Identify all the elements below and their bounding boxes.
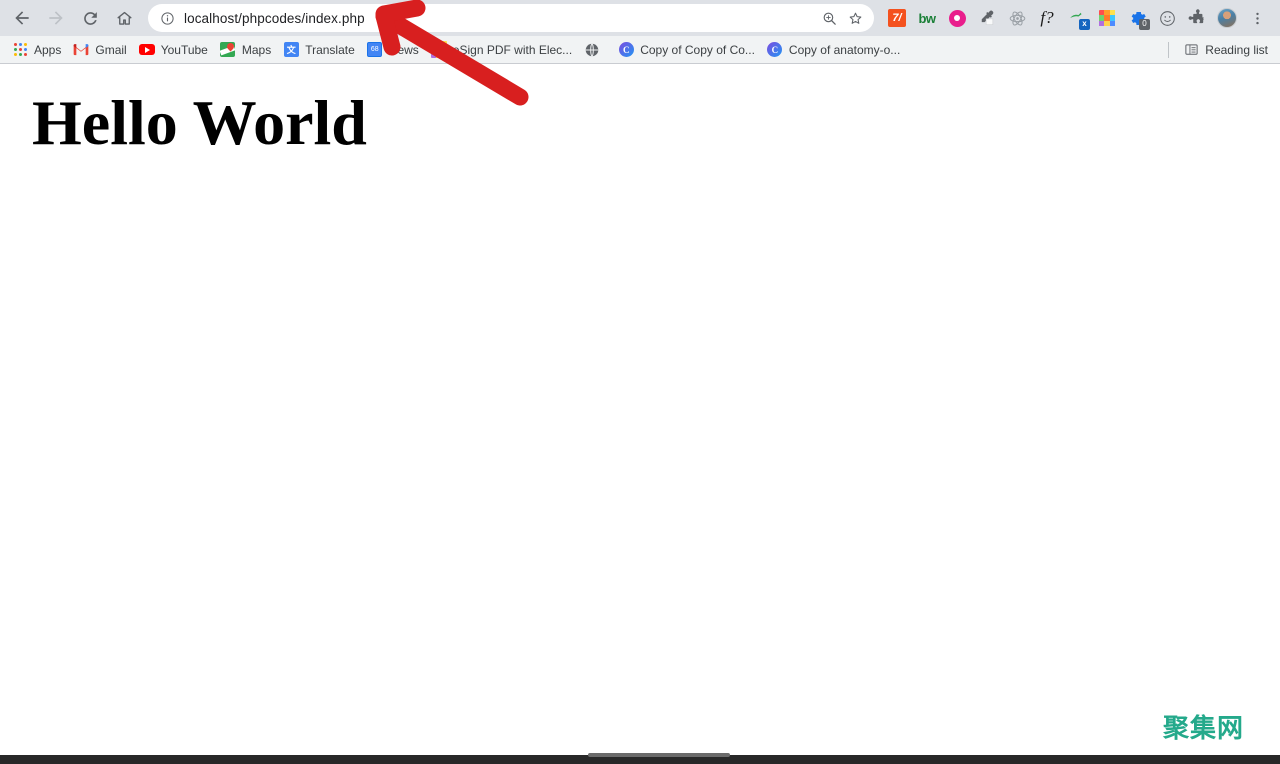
- bookmark-esign-pdf[interactable]: eSign PDF with Elec...: [425, 39, 578, 61]
- watermark: 聚集网: [1162, 714, 1244, 744]
- bookmark-translate[interactable]: 文 Translate: [277, 39, 361, 61]
- gmail-icon: [73, 42, 89, 58]
- bookmark-maps[interactable]: Maps: [214, 39, 277, 61]
- home-button[interactable]: [110, 4, 138, 32]
- profile-avatar[interactable]: [1212, 4, 1242, 32]
- bookmark-copy-of-anatomy[interactable]: C Copy of anatomy-o...: [761, 39, 906, 61]
- f-question-extension-icon[interactable]: f?: [1032, 4, 1062, 32]
- bookmark-star-icon[interactable]: [842, 5, 868, 31]
- bookmark-label: YouTube: [160, 42, 208, 57]
- bookmark-youtube[interactable]: YouTube: [133, 39, 214, 61]
- page-title: Hello World: [32, 87, 367, 158]
- bookmark-label: Copy of Copy of Co...: [640, 42, 755, 57]
- chrome-menu-button[interactable]: [1242, 4, 1272, 32]
- extension-icons: 7/ bw f? x 0: [882, 4, 1272, 32]
- three-dot-menu-icon: [1255, 12, 1259, 24]
- smiley-extension-icon[interactable]: [1152, 4, 1182, 32]
- bookmark-apps[interactable]: Apps: [6, 39, 67, 61]
- reading-list-label: Reading list: [1205, 42, 1268, 57]
- translate-icon: 文: [283, 42, 299, 58]
- globe-icon: [584, 42, 600, 58]
- bookmark-copy-of-copy[interactable]: C Copy of Copy of Co...: [612, 39, 761, 61]
- rainbow-grid-extension-icon[interactable]: [1092, 4, 1122, 32]
- home-icon: [116, 11, 132, 25]
- bw-glyph: bw: [918, 10, 936, 26]
- f-question-glyph: f?: [1040, 8, 1054, 27]
- bookmark-label: Maps: [241, 42, 272, 57]
- forward-arrow-icon: [49, 11, 63, 25]
- atom-extension-icon[interactable]: [1002, 4, 1032, 32]
- zoom-magnifier-icon[interactable]: [816, 5, 842, 31]
- page-viewport: Hello World 聚集网: [0, 64, 1280, 755]
- reload-button[interactable]: [76, 4, 104, 32]
- reading-list-icon: [1183, 42, 1199, 58]
- url-text[interactable]: localhost/phpcodes/index.php: [184, 11, 816, 26]
- bookmark-globe[interactable]: [578, 39, 612, 61]
- gear-extension-icon[interactable]: 0: [1122, 4, 1152, 32]
- forward-button[interactable]: [42, 4, 70, 32]
- seven-slash-glyph: 7/: [888, 9, 906, 27]
- back-arrow-icon: [15, 11, 29, 25]
- gear-badge: 0: [1139, 19, 1150, 30]
- excel-export-extension-icon[interactable]: x: [1062, 4, 1092, 32]
- avatar: [1217, 8, 1237, 28]
- address-bar[interactable]: localhost/phpcodes/index.php: [148, 4, 874, 32]
- bookmarks-divider: [1168, 41, 1170, 58]
- back-button[interactable]: [8, 4, 36, 32]
- eye-extension-icon[interactable]: [942, 4, 972, 32]
- info-circle-icon[interactable]: [158, 9, 176, 27]
- canva-icon: C: [618, 42, 634, 58]
- maps-icon: [220, 42, 236, 58]
- bookmark-label: News: [388, 42, 419, 57]
- youtube-icon: [138, 42, 155, 58]
- reload-icon: [83, 11, 97, 25]
- bookmark-label: Gmail: [95, 42, 127, 57]
- x-badge: x: [1079, 19, 1090, 30]
- apps-grid-icon: [12, 42, 28, 58]
- taskbar-strip: [0, 753, 1280, 764]
- bookmark-label: Apps: [34, 42, 62, 57]
- news-icon: 68: [367, 42, 383, 58]
- taskbar-handle: [588, 753, 730, 757]
- canva-icon: C: [767, 42, 783, 58]
- bookmark-gmail[interactable]: Gmail: [67, 39, 132, 61]
- bookmarks-bar: Apps Gmail YouTube Maps 文 Translate 68 N…: [0, 36, 1280, 64]
- bookmark-label: eSign PDF with Elec...: [452, 42, 573, 57]
- bookmark-label: Translate: [305, 42, 355, 57]
- eyedropper-extension-icon[interactable]: [972, 4, 1002, 32]
- bw-extension-icon[interactable]: bw: [912, 4, 942, 32]
- browser-toolbar: localhost/phpcodes/index.php 7/ bw f? x …: [0, 0, 1280, 36]
- bookmark-label: Copy of anatomy-o...: [788, 42, 901, 57]
- seven-slash-extension-icon[interactable]: 7/: [882, 4, 912, 32]
- rainbow-grid-icon: [430, 41, 447, 58]
- bookmark-news[interactable]: 68 News: [361, 39, 425, 61]
- browser-chrome: localhost/phpcodes/index.php 7/ bw f? x …: [0, 0, 1280, 64]
- puzzle-extensions-icon[interactable]: [1182, 4, 1212, 32]
- reading-list-button[interactable]: Reading list: [1177, 39, 1274, 61]
